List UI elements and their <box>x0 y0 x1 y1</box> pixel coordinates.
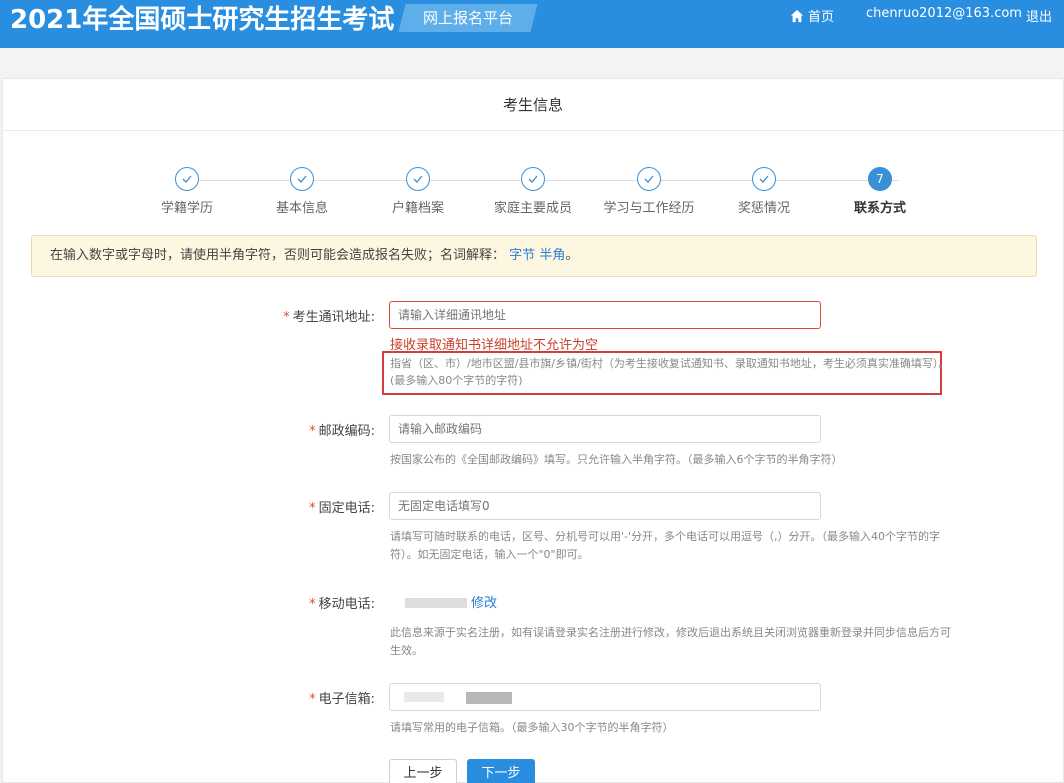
step-2[interactable]: 基本信息 <box>242 167 362 216</box>
step-6[interactable]: 奖惩情况 <box>704 167 824 216</box>
next-step-button[interactable]: 下一步 <box>467 759 535 783</box>
step-label: 奖惩情况 <box>737 201 790 216</box>
address-label: * 考生通讯地址: <box>283 310 375 325</box>
top-header: 2021年全国硕士研究生招生考试 网上报名平台 首页 chenruo2012@1… <box>0 0 1064 48</box>
check-icon <box>637 167 661 191</box>
platform-badge: 网上报名平台 <box>398 4 538 32</box>
step-4[interactable]: 家庭主要成员 <box>473 167 593 216</box>
address-hint: 指省（区、市）/地市区盟/县市旗/乡镇/街村（为考生接收复试通知书、录取通知书地… <box>390 357 942 370</box>
logout-link[interactable]: 退出 <box>1026 6 1052 25</box>
phone-hint-2: 符）。如无固定电话，输入一个"0"即可。 <box>390 548 589 561</box>
email-redacted-1 <box>404 692 444 702</box>
notice-link-halfwidth[interactable]: 半角 <box>539 248 565 263</box>
check-icon <box>752 167 776 191</box>
email-hint: 请填写常用的电子信箱。（最多输入30个字节的半角字符） <box>390 721 674 734</box>
phone-label: * 固定电话: <box>309 501 375 516</box>
form-panel: 考生信息 学籍学历 基本信息 户籍档案 家庭主要成员 学习与工作经历 奖惩情况 <box>2 78 1064 783</box>
postcode-input[interactable] <box>389 415 821 443</box>
step-progress: 学籍学历 基本信息 户籍档案 家庭主要成员 学习与工作经历 奖惩情况 7 联系方… <box>3 167 1063 217</box>
step-label: 基本信息 <box>275 201 328 216</box>
mobile-value-redacted <box>405 598 467 608</box>
check-icon <box>175 167 199 191</box>
check-icon <box>406 167 430 191</box>
half-width-notice: 在输入数字或字母时，请使用半角字符，否则可能会造成报名失败；名词解释： 字节 半… <box>31 235 1037 277</box>
step-7[interactable]: 7 联系方式 <box>820 167 940 216</box>
step-1[interactable]: 学籍学历 <box>127 167 247 216</box>
step-3[interactable]: 户籍档案 <box>358 167 478 216</box>
email-redacted-2 <box>466 692 512 704</box>
phone-input[interactable] <box>389 492 821 520</box>
home-link[interactable]: 首页 <box>790 6 834 25</box>
prev-step-button[interactable]: 上一步 <box>389 759 457 783</box>
platform-label: 网上报名平台 <box>422 9 513 27</box>
notice-link-byte[interactable]: 字节 <box>509 248 535 263</box>
step-label: 学习与工作经历 <box>603 201 695 216</box>
step-label-current: 联系方式 <box>853 201 906 216</box>
postcode-label: * 邮政编码: <box>309 424 375 439</box>
mobile-edit-link[interactable]: 修改 <box>471 592 497 611</box>
mobile-hint: 此信息来源于实名注册，如有误请登录实名注册进行修改，修改后退出系统且关闭浏览器重… <box>390 626 951 639</box>
step-5[interactable]: 学习与工作经历 <box>589 167 709 216</box>
home-icon <box>790 9 804 22</box>
site-title: 2021年全国硕士研究生招生考试 <box>10 5 395 35</box>
check-icon <box>290 167 314 191</box>
check-icon <box>521 167 545 191</box>
email-label: * 电子信箱: <box>309 692 375 707</box>
postcode-hint: 按国家公布的《全国邮政编码》填写。只允许输入半角字符。（最多输入6个字节的半角字… <box>390 453 843 466</box>
email-input[interactable] <box>389 683 821 711</box>
step-number: 7 <box>868 167 892 191</box>
phone-hint: 请填写可随时联系的电话，区号、分机号可以用'-'分开，多个电话可以用逗号（,）分… <box>390 530 941 543</box>
address-input[interactable] <box>389 301 821 329</box>
home-label: 首页 <box>808 10 835 25</box>
user-email: chenruo2012@163.com <box>866 6 1022 21</box>
panel-title: 考生信息 <box>3 79 1063 131</box>
step-label: 学籍学历 <box>160 201 213 216</box>
notice-text: 在输入数字或字母时，请使用半角字符，否则可能会造成报名失败；名词解释： <box>50 248 506 263</box>
notice-end: 。 <box>565 248 579 263</box>
mobile-hint-2: 生效。 <box>390 644 423 657</box>
mobile-label: * 移动电话: <box>309 597 375 612</box>
address-hint-limit: (最多输入80个字节的字符) <box>390 374 523 387</box>
step-label: 家庭主要成员 <box>493 201 572 216</box>
step-label: 户籍档案 <box>391 201 444 216</box>
